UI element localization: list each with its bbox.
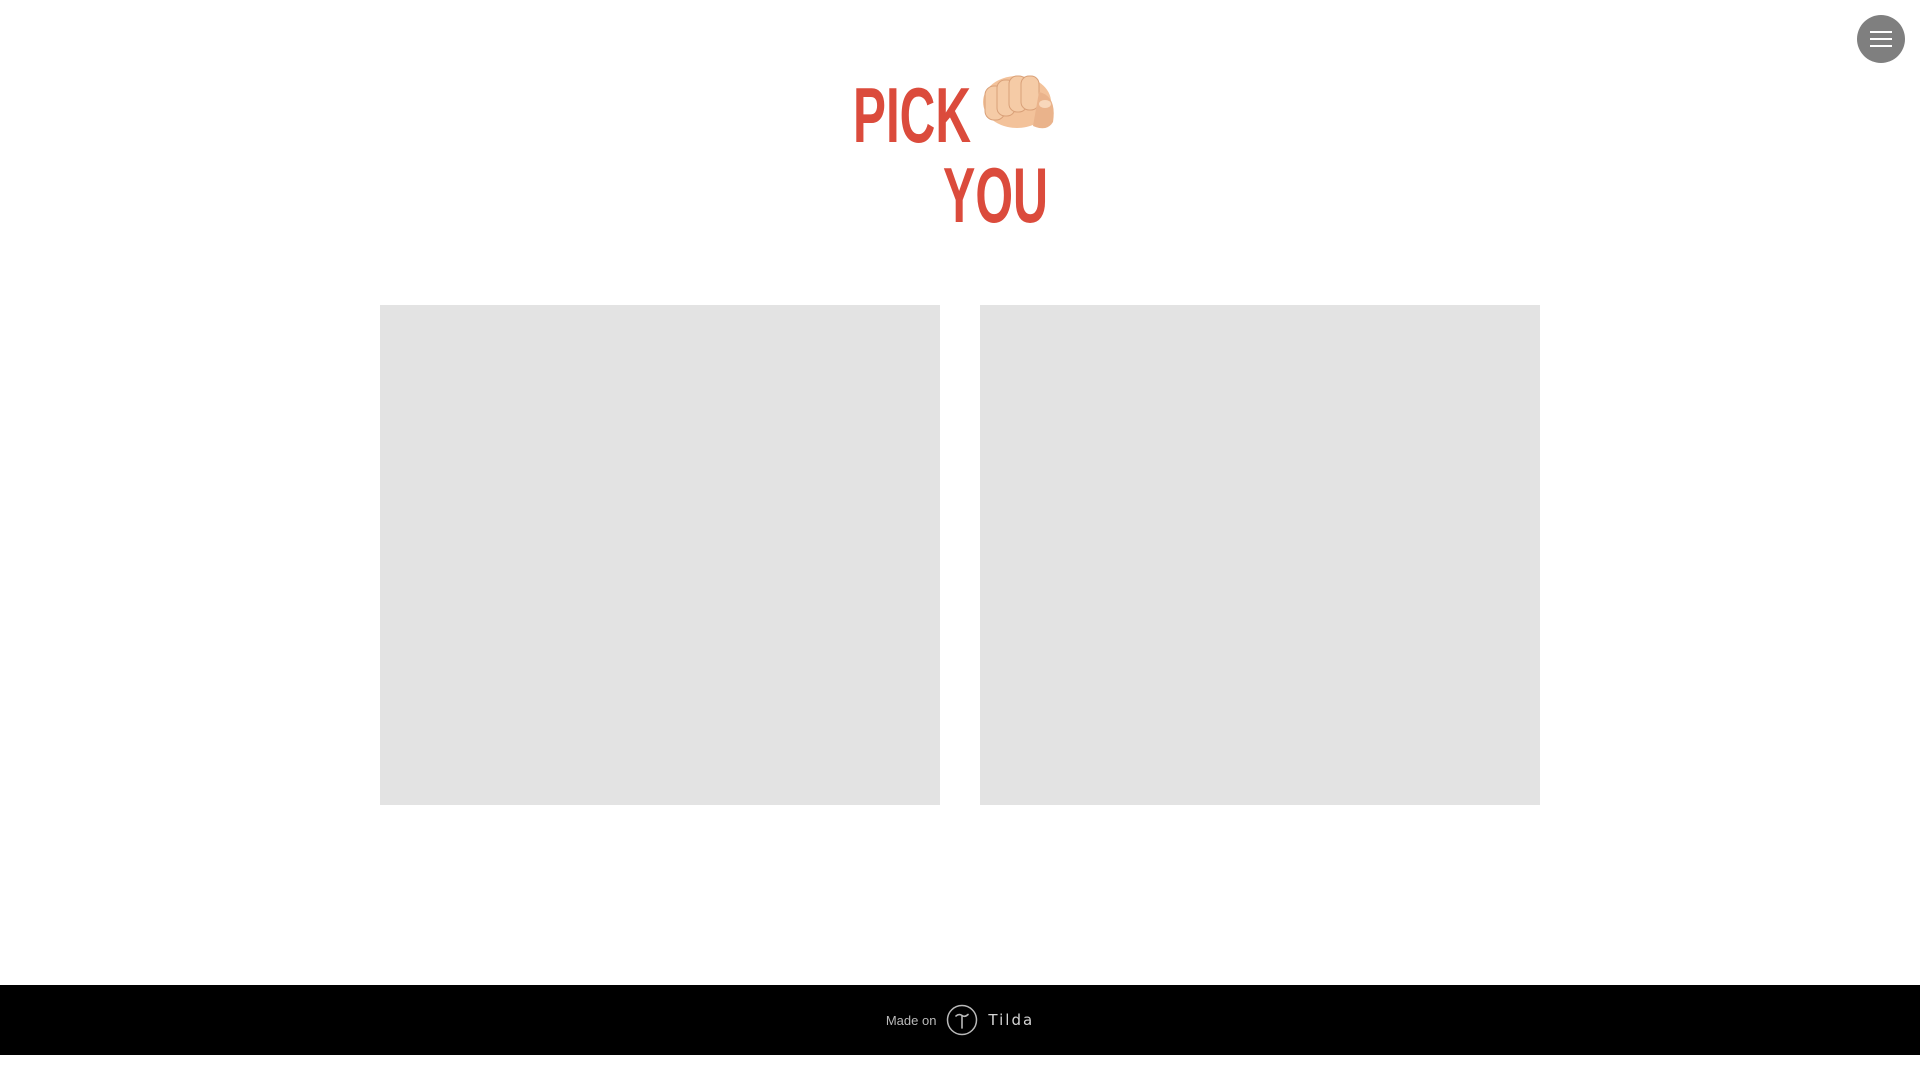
cards-grid [380, 305, 1540, 805]
logo-text-you: YOU [943, 151, 1048, 232]
hamburger-menu-button[interactable] [1857, 15, 1905, 63]
logo-text-pick: PICK [853, 71, 971, 159]
hamburger-menu-icon-bar [1870, 45, 1892, 47]
card-placeholder-left[interactable] [380, 305, 940, 805]
pointing-hand-icon [983, 75, 1054, 129]
page: PICK YOU Made on Tilda [0, 0, 1920, 1080]
hamburger-menu-icon [1870, 31, 1892, 33]
tilda-brand-name: Tilda [988, 1011, 1035, 1029]
site-logo[interactable]: PICK YOU [849, 62, 1059, 232]
footer-bar: Made on Tilda [0, 985, 1920, 1055]
made-on-tilda-link[interactable]: Made on Tilda [886, 1004, 1034, 1036]
made-on-label: Made on [885, 1012, 937, 1028]
tilda-logo-icon [946, 1004, 978, 1036]
card-placeholder-right[interactable] [980, 305, 1540, 805]
hamburger-menu-icon-bar [1870, 38, 1892, 40]
